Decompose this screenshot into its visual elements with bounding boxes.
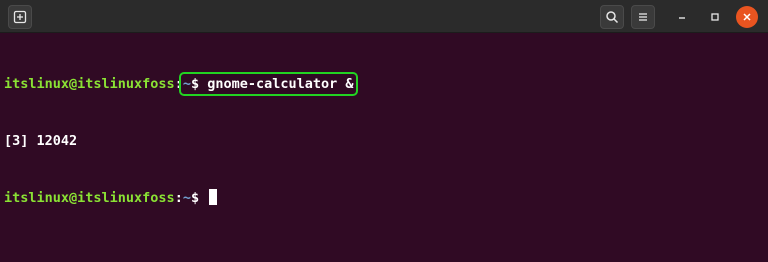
prompt-path: ~ (182, 76, 191, 92)
text-cursor (209, 189, 218, 205)
prompt-symbol: $ (190, 190, 208, 206)
prompt-colon: : (174, 190, 183, 206)
minimize-button[interactable] (670, 5, 694, 29)
new-tab-button[interactable] (8, 5, 32, 29)
maximize-button[interactable] (703, 5, 727, 29)
menu-button[interactable] (631, 5, 655, 29)
hamburger-menu-icon (639, 13, 647, 21)
prompt-symbol: $ (190, 76, 208, 92)
prompt-colon: : (174, 76, 183, 92)
search-button[interactable] (600, 5, 624, 29)
terminal-line-command: itslinux@itslinuxfoss:~$ gnome-calculato… (4, 72, 358, 96)
new-tab-icon (13, 10, 27, 24)
search-icon (606, 11, 619, 24)
terminal-output[interactable]: itslinux@itslinuxfoss:~$ gnome-calculato… (4, 37, 358, 246)
close-icon (743, 13, 751, 21)
command-text: gnome-calculator & (207, 76, 354, 92)
terminal-window: itslinux@itslinuxfoss:~$ gnome-calculato… (0, 0, 768, 262)
terminal-line-prompt: itslinux@itslinuxfoss:~$ (4, 189, 354, 208)
prompt-path: ~ (182, 190, 191, 206)
minimize-icon (679, 17, 685, 19)
job-output-text: [3] 12042 (4, 133, 78, 149)
terminal-line-output: [3] 12042 (4, 132, 354, 151)
highlighted-command-box: ~$ gnome-calculator & (178, 72, 358, 96)
prompt-user-host: itslinux@itslinuxfoss (4, 76, 175, 92)
maximize-icon (711, 13, 719, 21)
close-button[interactable] (736, 6, 758, 28)
prompt-user-host: itslinux@itslinuxfoss (4, 190, 175, 206)
title-bar (0, 0, 768, 33)
